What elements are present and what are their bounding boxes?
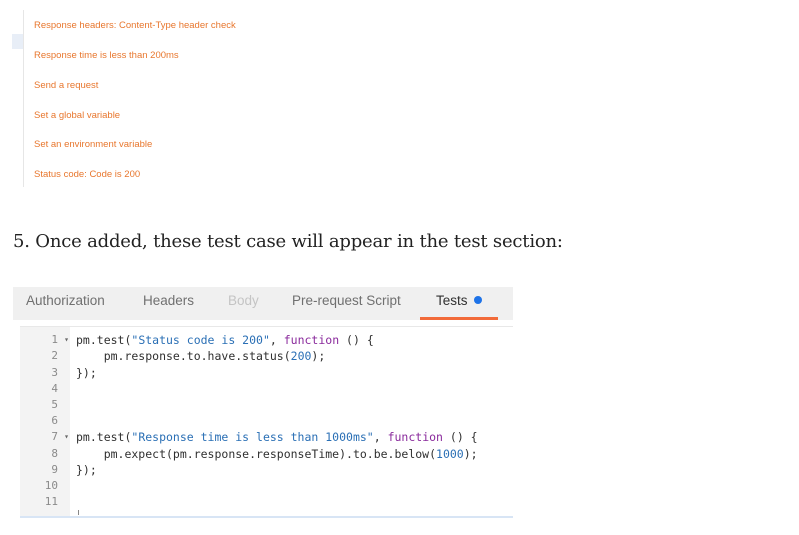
code-number: 200: [290, 349, 312, 363]
line-number: 5: [51, 398, 58, 411]
tab-tests[interactable]: Tests: [420, 287, 498, 320]
line-number: 7: [51, 430, 58, 443]
snippet-set-global-variable[interactable]: Set a global variable: [34, 108, 120, 124]
chevron-down-icon[interactable]: ▾: [64, 429, 69, 445]
line-number-gutter: 1 ▾ 2 3 4 5 6 7 ▾ 8 9 10 11: [20, 327, 70, 516]
gutter-row: 6: [20, 413, 70, 429]
gutter-row: 2: [20, 348, 70, 364]
line-number: 2: [51, 349, 58, 362]
line-number: 10: [44, 479, 58, 492]
gutter-row: 11: [20, 494, 70, 510]
line-number: 3: [51, 366, 58, 379]
code-string: "Response time is less than 1000ms": [131, 430, 374, 444]
code-token: pm.test(: [76, 333, 132, 347]
code-token: () {: [339, 333, 374, 347]
code-token: pm.test(: [76, 430, 132, 444]
code-token: ,: [373, 430, 388, 444]
gutter-row: 9: [20, 462, 70, 478]
request-tabbar: Authorization Headers Body Pre-request S…: [13, 287, 513, 320]
code-line: });: [76, 366, 97, 380]
code-token: );: [311, 349, 326, 363]
dot-icon: [473, 296, 482, 304]
line-number: 11: [44, 495, 58, 508]
line-number: 4: [51, 382, 58, 395]
code-line: pm.test("Status code is 200", function (…: [76, 332, 374, 348]
tab-body[interactable]: Body: [228, 287, 259, 317]
snippet-status-code-200[interactable]: Status code: Code is 200: [34, 167, 140, 183]
code-token: );: [463, 447, 478, 461]
line-number: 9: [51, 463, 58, 476]
snippet-list: Response headers: Content-Type header ch…: [12, 10, 302, 187]
text-cursor: [78, 510, 79, 515]
code-token: pm.response.to.have.status(: [76, 349, 291, 363]
code-keyword: function: [387, 430, 443, 444]
snippet-set-environment-variable[interactable]: Set an environment variable: [34, 137, 152, 153]
code-line: pm.test("Response time is less than 1000…: [76, 429, 478, 445]
chevron-down-icon[interactable]: ▾: [64, 332, 69, 348]
snippet-send-request[interactable]: Send a request: [34, 78, 98, 94]
code-line: pm.response.to.have.status(200);: [76, 348, 326, 364]
gutter-row: 8: [20, 446, 70, 462]
gutter-row: 7 ▾: [20, 429, 70, 445]
snippet-list-divider: [23, 10, 24, 187]
tab-tests-label: Tests: [436, 293, 468, 308]
tab-pre-request-script[interactable]: Pre-request Script: [292, 287, 401, 317]
line-number: 8: [51, 447, 58, 460]
snippet-response-time[interactable]: Response time is less than 200ms: [34, 48, 179, 64]
gutter-row: 10: [20, 478, 70, 494]
snippet-hover-marker: [12, 34, 23, 49]
gutter-row: 3: [20, 365, 70, 381]
tab-authorization[interactable]: Authorization: [26, 287, 105, 317]
code-string: "Status code is 200": [131, 333, 270, 347]
gutter-row: 5: [20, 397, 70, 413]
gutter-row: 4: [20, 381, 70, 397]
code-number: 1000: [436, 447, 464, 461]
line-number: 1: [51, 333, 58, 346]
code-token: pm.expect(pm.response.responseTime).to.b…: [76, 447, 437, 461]
step-instruction: 5. Once added, these test case will appe…: [13, 231, 563, 252]
line-number: 6: [51, 414, 58, 427]
code-line: });: [76, 463, 97, 477]
tab-headers[interactable]: Headers: [143, 287, 194, 317]
code-token: () {: [442, 430, 478, 444]
snippet-content-type-check[interactable]: Response headers: Content-Type header ch…: [34, 18, 236, 34]
code-line: pm.expect(pm.response.responseTime).to.b…: [76, 446, 478, 462]
gutter-row: 1 ▾: [20, 332, 70, 348]
code-keyword: function: [283, 333, 340, 347]
code-token: ,: [269, 333, 284, 347]
test-script-editor[interactable]: 1 ▾ 2 3 4 5 6 7 ▾ 8 9 10 11 pm.test("Sta…: [20, 326, 513, 518]
